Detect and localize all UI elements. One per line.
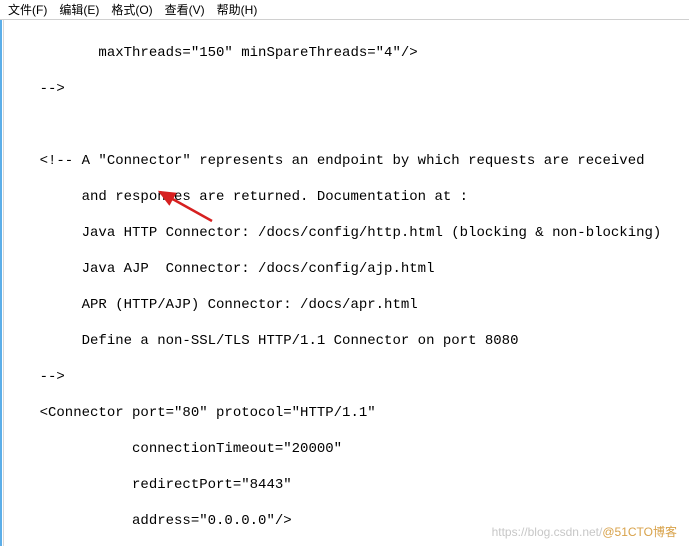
menu-edit[interactable]: 编辑(E) — [53, 1, 105, 18]
code-line: --> — [6, 368, 689, 386]
code-line: and responses are returned. Documentatio… — [6, 188, 689, 206]
watermark-right: @51CTO博客 — [602, 525, 677, 539]
code-line: redirectPort="8443" — [6, 476, 689, 494]
code-line: APR (HTTP/AJP) Connector: /docs/apr.html — [6, 296, 689, 314]
code-line: maxThreads="150" minSpareThreads="4"/> — [6, 44, 689, 62]
code-line: <!-- A "Connector" represents an endpoin… — [6, 152, 689, 170]
text-editor-area[interactable]: maxThreads="150" minSpareThreads="4"/> -… — [0, 20, 689, 546]
code-line: Java AJP Connector: /docs/config/ajp.htm… — [6, 260, 689, 278]
menu-format[interactable]: 格式(O) — [105, 1, 158, 18]
watermark: https://blog.csdn.net/@51CTO博客 — [492, 523, 677, 540]
menu-view[interactable]: 查看(V) — [159, 1, 211, 18]
watermark-left: https://blog.csdn.net/ — [492, 525, 603, 539]
code-line: Define a non-SSL/TLS HTTP/1.1 Connector … — [6, 332, 689, 350]
menu-help[interactable]: 帮助(H) — [211, 1, 264, 18]
menubar: 文件(F) 编辑(E) 格式(O) 查看(V) 帮助(H) — [0, 0, 689, 20]
code-line: connectionTimeout="20000" — [6, 440, 689, 458]
code-line: Java HTTP Connector: /docs/config/http.h… — [6, 224, 689, 242]
menu-file[interactable]: 文件(F) — [2, 1, 53, 18]
code-line: --> — [6, 80, 689, 98]
code-line: <Connector port="80" protocol="HTTP/1.1" — [6, 404, 689, 422]
